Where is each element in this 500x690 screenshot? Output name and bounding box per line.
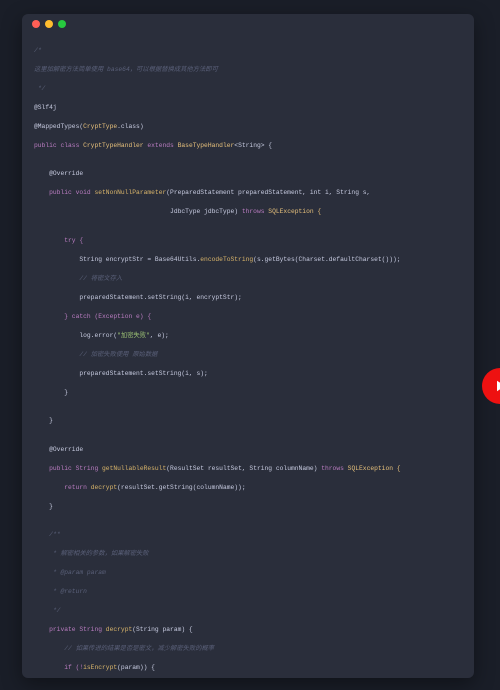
window-titlebar xyxy=(22,14,474,34)
code-line: } xyxy=(34,388,462,398)
code-line: if (!isEncrypt(param)) { xyxy=(34,663,462,673)
code-line: */ xyxy=(34,606,462,616)
code-line: * 解密相关的参数，如果解密失败 xyxy=(34,549,462,559)
code-line: private String decrypt(String param) { xyxy=(34,625,462,635)
code-line: // 如果传进的结果是否是密文，减少解密失败的概率 xyxy=(34,644,462,654)
code-window: /* 这里加解密方法简单使用 base64，可以根据替换成其他方法即可 */ @… xyxy=(22,14,474,678)
code-line: } catch (Exception e) { xyxy=(34,312,462,322)
code-line: log.error("加密失败", e); xyxy=(34,331,462,341)
code-line: public void setNonNullParameter(Prepared… xyxy=(34,188,462,198)
code-line: // 加密失败使用 原始数据 xyxy=(34,350,462,360)
code-line: // 将密文存入 xyxy=(34,274,462,284)
code-line: } xyxy=(34,416,462,426)
maximize-icon[interactable] xyxy=(58,20,66,28)
code-line: @MappedTypes(CryptType.class) xyxy=(34,122,462,132)
code-line: @Override xyxy=(34,445,462,455)
code-line: JdbcType jdbcType) throws SQLException { xyxy=(34,207,462,217)
share-badge-icon[interactable] xyxy=(482,368,500,404)
close-icon[interactable] xyxy=(32,20,40,28)
code-line: preparedStatement.setString(i, encryptSt… xyxy=(34,293,462,303)
minimize-icon[interactable] xyxy=(45,20,53,28)
code-line: preparedStatement.setString(i, s); xyxy=(34,369,462,379)
code-line: /** xyxy=(34,530,462,540)
play-icon xyxy=(491,377,500,395)
code-line: @Override xyxy=(34,169,462,179)
code-line: /* xyxy=(34,46,462,56)
code-line: * @param param xyxy=(34,568,462,578)
code-line: public String getNullableResult(ResultSe… xyxy=(34,464,462,474)
code-line: 这里加解密方法简单使用 base64，可以根据替换成其他方法即可 xyxy=(34,65,462,75)
code-line: @Slf4j xyxy=(34,103,462,113)
code-line: * @return xyxy=(34,587,462,597)
code-line: } xyxy=(34,502,462,512)
code-line: */ xyxy=(34,84,462,94)
code-line: public class CryptTypeHandler extends Ba… xyxy=(34,141,462,151)
code-line: try { xyxy=(34,236,462,246)
code-block: /* 这里加解密方法简单使用 base64，可以根据替换成其他方法即可 */ @… xyxy=(22,34,474,678)
code-line: String encryptStr = Base64Utils.encodeTo… xyxy=(34,255,462,265)
code-line: return decrypt(resultSet.getString(colum… xyxy=(34,483,462,493)
